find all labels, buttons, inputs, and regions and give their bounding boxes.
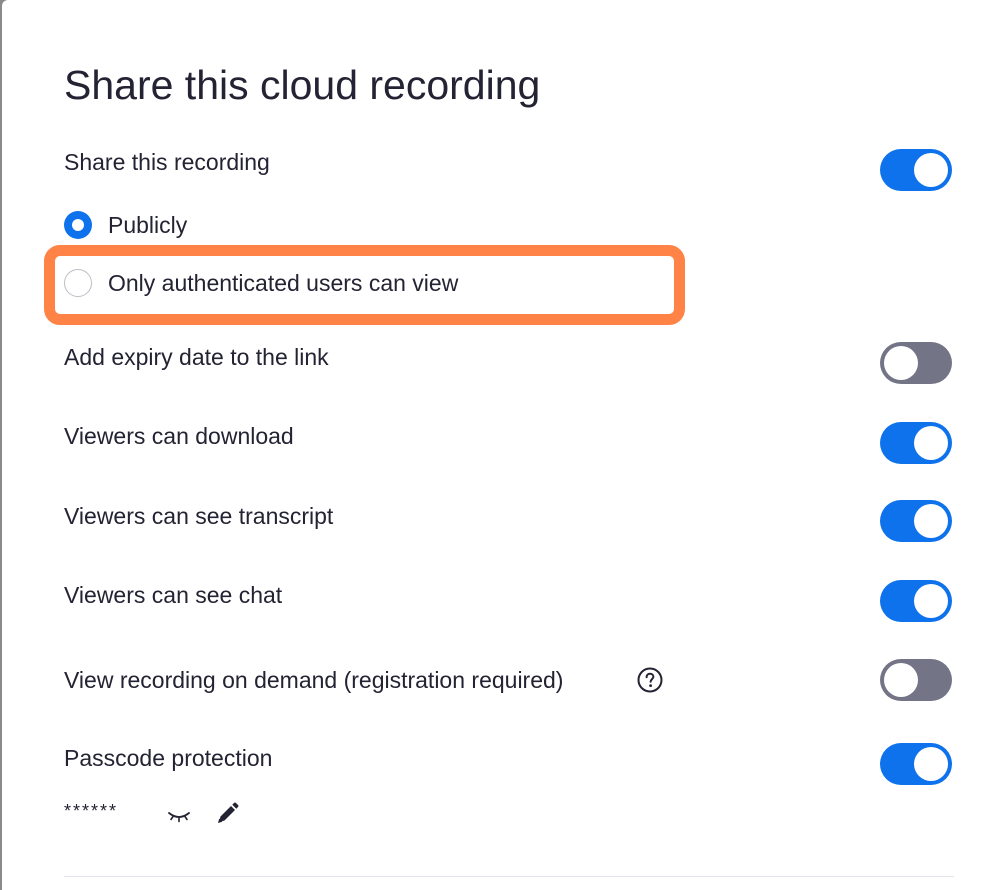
radio-publicly-label[interactable]: Publicly [108,212,187,239]
radio-authenticated-only-label[interactable]: Only authenticated users can view [108,270,458,297]
viewers-download-toggle[interactable] [880,422,952,464]
share-recording-label: Share this recording [64,149,270,175]
on-demand-label: View recording on demand (registration r… [64,667,564,693]
divider [64,876,954,877]
expiry-date-toggle[interactable] [880,342,952,384]
toggle-knob [884,346,918,380]
share-recording-dialog: Share this cloud recording Share this re… [2,0,1006,890]
question-circle-icon[interactable] [636,666,664,694]
toggle-knob [914,584,948,618]
viewers-transcript-label: Viewers can see transcript [64,503,334,529]
toggle-knob [914,504,948,538]
expiry-date-label: Add expiry date to the link [64,344,329,370]
passcode-protection-label: Passcode protection [64,745,273,771]
viewers-chat-toggle[interactable] [880,580,952,622]
toggle-knob [914,153,948,187]
passcode-protection-toggle[interactable] [880,743,952,785]
radio-publicly[interactable] [64,211,92,239]
radio-authenticated-only[interactable] [64,269,92,297]
passcode-value: ****** [64,801,119,821]
toggle-knob [914,747,948,781]
viewers-transcript-toggle[interactable] [880,500,952,542]
eye-closed-icon[interactable] [166,807,192,825]
toggle-knob [914,426,948,460]
share-recording-toggle[interactable] [880,149,952,191]
toggle-knob [884,663,918,697]
viewers-chat-label: Viewers can see chat [64,582,283,608]
dialog-title: Share this cloud recording [64,62,541,108]
pencil-icon[interactable] [214,801,240,827]
viewers-download-label: Viewers can download [64,423,294,449]
on-demand-toggle[interactable] [880,659,952,701]
